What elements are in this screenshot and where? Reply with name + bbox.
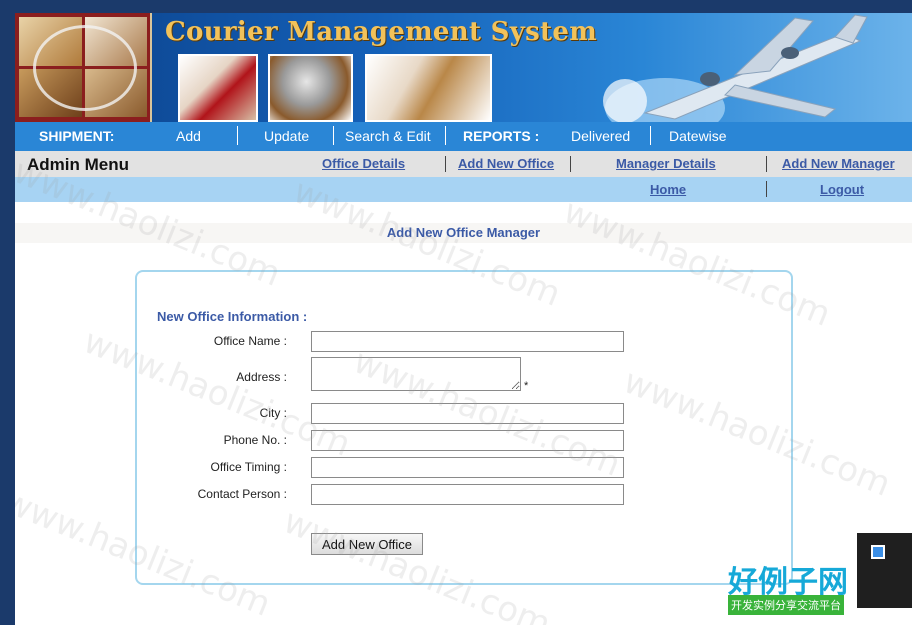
package-handoff-photo (365, 54, 492, 122)
site-watermark-badge: 好例子网 开发实例分享交流平台 (728, 557, 878, 615)
office-timing-label: Office Timing : (210, 460, 287, 474)
nav-separator (237, 126, 238, 145)
add-new-office-button[interactable]: Add New Office (311, 533, 423, 555)
airplane-image (603, 14, 868, 122)
shipment-nav-bar: SHIPMENT: Add Update Search & Edit REPOR… (15, 122, 912, 151)
nav-update-link[interactable]: Update (264, 128, 309, 144)
reports-label: REPORTS : (463, 128, 540, 144)
manager-details-link[interactable]: Manager Details (616, 156, 716, 171)
courier-photo (178, 54, 258, 122)
office-form-panel: New Office Information : Office Name : A… (135, 270, 793, 585)
menu-separator (766, 156, 767, 172)
menu-separator (445, 156, 446, 172)
address-textarea[interactable] (311, 357, 521, 391)
city-input[interactable] (311, 403, 624, 424)
phone-input[interactable] (311, 430, 624, 451)
form-section-title: New Office Information : (157, 309, 308, 324)
nav-delivered-link[interactable]: Delivered (571, 128, 630, 144)
address-label: Address : (236, 370, 287, 384)
header-banner: Courier Management System (15, 13, 912, 122)
logo-image (15, 13, 152, 122)
home-link[interactable]: Home (650, 182, 686, 197)
add-new-manager-link[interactable]: Add New Manager (782, 156, 895, 171)
nav-search-edit-link[interactable]: Search & Edit (345, 128, 431, 144)
shipment-label: SHIPMENT: (39, 128, 115, 144)
city-label: City : (259, 406, 287, 420)
badge-sub-text: 开发实例分享交流平台 (728, 595, 844, 615)
page-title: Add New Office Manager (386, 225, 541, 240)
admin-menu-title: Admin Menu (27, 155, 129, 174)
logout-link[interactable]: Logout (820, 182, 864, 197)
site-title: Courier Management System (165, 17, 598, 47)
nav-separator (650, 126, 651, 145)
nav-datewise-link[interactable]: Datewise (669, 128, 727, 144)
menu-separator (766, 181, 767, 197)
nav-separator (333, 126, 334, 145)
admin-sub-bar: Home Logout (15, 177, 912, 202)
admin-menu-bar: Admin Menu Office Details Add New Office… (15, 151, 912, 177)
phone-label: Phone No. : (223, 433, 287, 447)
nav-separator (445, 126, 446, 145)
page-container: Courier Management System SHIPMENT: Add … (15, 13, 912, 625)
menu-separator (570, 156, 571, 172)
contact-person-input[interactable] (311, 484, 624, 505)
add-new-office-link[interactable]: Add New Office (458, 156, 554, 171)
contact-person-label: Contact Person : (197, 487, 287, 501)
nav-add-link[interactable]: Add (176, 128, 201, 144)
office-name-label: Office Name : (213, 334, 287, 348)
required-marker: * (524, 380, 529, 392)
office-details-link[interactable]: Office Details (322, 156, 405, 171)
office-timing-input[interactable] (311, 457, 624, 478)
office-name-input[interactable] (311, 331, 624, 352)
globe-parcels-photo (268, 54, 353, 122)
